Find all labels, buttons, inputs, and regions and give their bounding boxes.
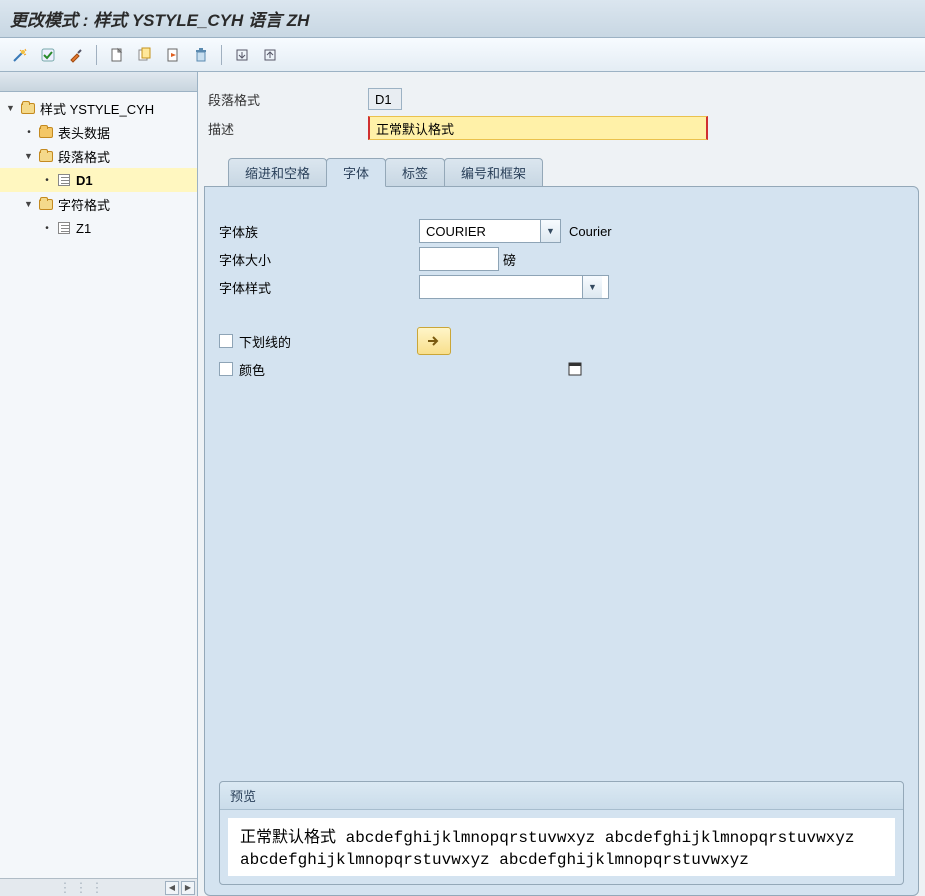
tab-tabs[interactable]: 标签 <box>385 158 445 186</box>
navigator-header <box>0 72 197 92</box>
color-checkbox[interactable] <box>219 362 233 376</box>
tree-label: 样式 YSTYLE_CYH <box>40 99 154 118</box>
expand-icon[interactable]: ▼ <box>24 199 34 209</box>
underline-label: 下划线的 <box>239 332 417 351</box>
export-icon[interactable] <box>258 43 282 67</box>
font-family-input[interactable] <box>420 220 540 242</box>
expand-icon[interactable]: ▼ <box>24 151 34 161</box>
font-style-label: 字体样式 <box>219 278 419 297</box>
toolbar-separator <box>221 45 222 65</box>
dropdown-icon[interactable]: ▼ <box>540 220 560 242</box>
color-chip-icon <box>568 362 582 376</box>
tree-label: D1 <box>76 173 93 188</box>
font-size-input[interactable] <box>419 247 499 271</box>
activate-icon[interactable] <box>161 43 185 67</box>
copy-icon[interactable] <box>133 43 157 67</box>
tree-node-character-formats[interactable]: ▼ 字符格式 <box>0 192 197 216</box>
tree-node-d1[interactable]: • D1 <box>0 168 197 192</box>
bullet-icon: • <box>24 127 34 138</box>
tree-node-paragraph-formats[interactable]: ▼ 段落格式 <box>0 144 197 168</box>
tree-label: 段落格式 <box>58 147 110 166</box>
paragraph-format-label: 段落格式 <box>208 90 368 109</box>
window-title: 更改模式 : 样式 YSTYLE_CYH 语言 ZH <box>0 0 925 38</box>
navigator-scrollbar: ⋮⋮⋮ ◀ ▶ <box>0 878 197 896</box>
font-family-desc: Courier <box>569 224 612 239</box>
tree-label: 表头数据 <box>58 123 110 142</box>
tab-numbering[interactable]: 编号和框架 <box>444 158 543 186</box>
preview-text: 正常默认格式 abcdefghijklmnopqrstuvwxyz abcdef… <box>228 818 895 876</box>
tree-root[interactable]: ▼ 样式 YSTYLE_CYH <box>0 96 197 120</box>
check-icon[interactable] <box>36 43 60 67</box>
new-icon[interactable] <box>105 43 129 67</box>
import-icon[interactable] <box>230 43 254 67</box>
folder-open-icon <box>38 148 54 164</box>
description-label: 描述 <box>208 119 368 138</box>
brush-icon[interactable] <box>64 43 88 67</box>
tab-font[interactable]: 字体 <box>326 158 386 187</box>
folder-closed-icon <box>38 124 54 140</box>
tab-indent[interactable]: 缩进和空格 <box>228 158 327 186</box>
tree-node-z1[interactable]: • Z1 <box>0 216 197 240</box>
color-label: 颜色 <box>239 360 417 379</box>
folder-open-icon <box>38 196 54 212</box>
underline-checkbox[interactable] <box>219 334 233 348</box>
toolbar-separator <box>96 45 97 65</box>
tabstrip: 缩进和空格 字体 标签 编号和框架 <box>204 160 919 186</box>
scroll-right-icon[interactable]: ▶ <box>181 881 195 895</box>
main-toolbar <box>0 38 925 72</box>
color-picker[interactable] <box>417 357 587 381</box>
dropdown-icon[interactable]: ▼ <box>582 276 602 298</box>
font-size-label: 字体大小 <box>219 250 419 269</box>
paragraph-format-value: D1 <box>368 88 402 110</box>
font-style-input[interactable] <box>420 276 582 298</box>
expand-icon[interactable]: ▼ <box>6 103 16 113</box>
description-input[interactable]: 正常默认格式 <box>368 116 708 140</box>
font-style-combo[interactable]: ▼ <box>419 275 609 299</box>
node-icon <box>56 220 72 236</box>
font-size-unit: 磅 <box>503 250 516 269</box>
bullet-icon: • <box>42 223 52 234</box>
scroll-left-icon[interactable]: ◀ <box>165 881 179 895</box>
tree-node-header-data[interactable]: • 表头数据 <box>0 120 197 144</box>
delete-icon[interactable] <box>189 43 213 67</box>
preview-box: 预览 正常默认格式 abcdefghijklmnopqrstuvwxyz abc… <box>219 781 904 885</box>
detail-panel: 段落格式 D1 描述 正常默认格式 缩进和空格 字体 标签 编号和框架 字体族 … <box>198 72 925 896</box>
tree-label: Z1 <box>76 221 91 236</box>
navigator-panel: ▼ 样式 YSTYLE_CYH • 表头数据 ▼ 段落格式 • D1 ▼ <box>0 72 198 896</box>
node-icon <box>56 172 72 188</box>
folder-open-icon <box>20 100 36 116</box>
tab-body-font: 字体族 ▼ Courier 字体大小 磅 字体样式 ▼ <box>204 186 919 896</box>
arrow-right-icon <box>426 334 442 348</box>
underline-options-button[interactable] <box>417 327 451 355</box>
bullet-icon: • <box>42 175 52 186</box>
preview-title: 预览 <box>220 782 903 810</box>
wand-icon[interactable] <box>8 43 32 67</box>
style-tree: ▼ 样式 YSTYLE_CYH • 表头数据 ▼ 段落格式 • D1 ▼ <box>0 92 197 244</box>
font-family-combo[interactable]: ▼ <box>419 219 561 243</box>
font-family-label: 字体族 <box>219 222 419 241</box>
tree-label: 字符格式 <box>58 195 110 214</box>
